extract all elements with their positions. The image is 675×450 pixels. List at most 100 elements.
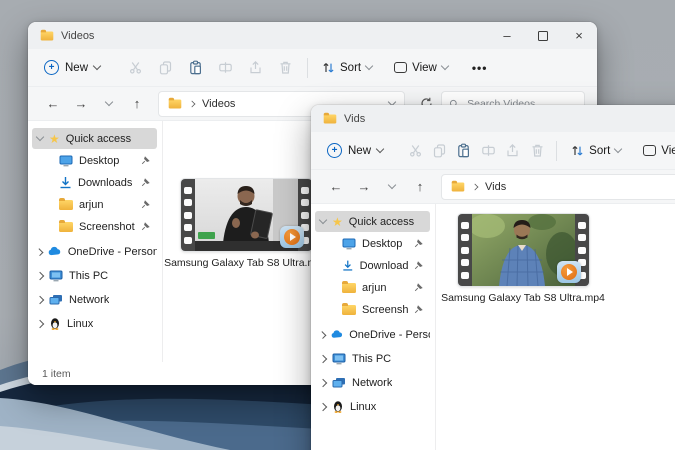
sidebar-item-linux[interactable]: Linux [315, 396, 430, 417]
file-name: Samsung Galaxy Tab S8 Ultra.mp4 [164, 257, 328, 269]
copy-button[interactable] [427, 143, 451, 158]
breadcrumb[interactable]: Vids [441, 173, 675, 200]
sidebar-item-network[interactable]: Network [315, 372, 430, 393]
sidebar-item-quick-access[interactable]: ★ Quick access [32, 128, 157, 149]
breadcrumb-folder[interactable]: Vids [485, 181, 506, 193]
play-icon [283, 229, 300, 245]
forward-button[interactable]: → [68, 97, 94, 110]
new-plus-icon: + [44, 60, 59, 75]
paste-button[interactable] [452, 143, 476, 158]
close-button[interactable]: × [561, 22, 597, 49]
file-item-video[interactable]: Samsung Galaxy Tab S8 Ultra.mp4 [441, 214, 605, 304]
network-icon [332, 377, 345, 387]
new-button[interactable]: + New [38, 60, 106, 75]
see-more-button[interactable]: ••• [465, 61, 495, 75]
delete-icon [532, 144, 543, 157]
sidebar-item-screenshots[interactable]: Screenshots [32, 216, 157, 237]
titlebar[interactable]: Vids [311, 105, 675, 132]
up-button[interactable]: ↑ [124, 97, 150, 110]
folder-icon [59, 219, 73, 232]
pin-icon [414, 261, 423, 270]
cut-icon [409, 145, 421, 157]
pin-icon [141, 200, 150, 209]
sidebar-item-desktop[interactable]: Desktop [315, 233, 430, 254]
network-icon [49, 294, 62, 304]
recent-locations-button[interactable] [379, 180, 405, 190]
share-button[interactable] [240, 60, 270, 75]
sidebar-item-linux[interactable]: Linux [32, 313, 157, 334]
download-icon [343, 260, 353, 271]
chevron-right-icon [471, 183, 479, 190]
sidebar-item-onedrive[interactable]: OneDrive - Personal [32, 241, 157, 262]
file-item-video[interactable]: Samsung Galaxy Tab S8 Ultra.mp4 [164, 179, 328, 269]
chevron-right-icon [318, 378, 328, 387]
sort-button[interactable]: Sort [315, 61, 379, 74]
pin-icon [414, 239, 423, 248]
cut-button[interactable] [120, 60, 150, 75]
sidebar-item-network[interactable]: Network [32, 289, 157, 310]
rename-button[interactable] [210, 60, 240, 75]
star-icon: ★ [49, 131, 60, 146]
folder-icon [323, 112, 337, 123]
view-button[interactable]: View [636, 145, 675, 157]
rename-button[interactable] [476, 143, 500, 158]
chevron-down-icon [35, 132, 45, 142]
sidebar-item-screenshots[interactable]: Screenshots [315, 299, 430, 320]
pin-icon [141, 222, 150, 231]
more-icon: ••• [471, 60, 488, 75]
sidebar-item-arjun[interactable]: arjun [32, 194, 157, 215]
minimize-button[interactable]: – [489, 22, 525, 49]
chevron-right-icon [35, 271, 45, 280]
cloud-icon [49, 246, 61, 256]
video-thumbnail [457, 214, 589, 286]
new-button[interactable]: + New [321, 143, 389, 158]
command-bar: + New S [311, 132, 675, 170]
rename-icon [482, 145, 495, 156]
folder-icon [168, 97, 182, 108]
address-bar: ← → ↑ Vids [311, 170, 675, 204]
sidebar-item-onedrive[interactable]: OneDrive - Personal [315, 324, 430, 345]
copy-button[interactable] [150, 60, 180, 75]
delete-icon [280, 61, 291, 74]
paste-icon [189, 60, 201, 75]
folder-icon [342, 280, 356, 293]
download-icon [60, 177, 71, 189]
sidebar-item-desktop[interactable]: Desktop [32, 150, 157, 171]
pc-icon [49, 270, 63, 281]
view-button[interactable]: View [387, 62, 455, 74]
pin-icon [141, 156, 150, 165]
chevron-right-icon [35, 319, 45, 328]
sidebar-item-quick-access[interactable]: ★ Quick access [315, 211, 430, 232]
navigation-pane: ★ Quick access Desktop Downloads arjun [311, 204, 436, 450]
new-plus-icon: + [327, 143, 342, 158]
recent-locations-button[interactable] [96, 97, 122, 107]
maximize-button[interactable] [525, 22, 561, 49]
paste-button[interactable] [180, 60, 210, 75]
sidebar-item-downloads[interactable]: Downloads [315, 255, 430, 276]
command-bar: + New S [28, 49, 597, 87]
sort-button[interactable]: Sort [564, 144, 628, 157]
up-button[interactable]: ↑ [407, 180, 433, 193]
share-button[interactable] [501, 143, 525, 158]
back-button[interactable]: ← [40, 97, 66, 110]
toolbar-divider [307, 57, 309, 78]
cut-button[interactable] [403, 143, 427, 158]
chevron-down-icon [318, 215, 328, 225]
window-title: Videos [61, 29, 95, 42]
play-overlay [279, 226, 304, 248]
sort-arrows-icon [572, 146, 583, 156]
forward-button[interactable]: → [351, 180, 377, 193]
sidebar-item-this-pc[interactable]: This PC [32, 265, 157, 286]
titlebar[interactable]: Videos – × [28, 22, 597, 49]
delete-button[interactable] [525, 143, 549, 158]
delete-button[interactable] [270, 60, 300, 75]
sidebar-item-this-pc[interactable]: This PC [315, 348, 430, 369]
breadcrumb-folder[interactable]: Videos [202, 98, 235, 110]
file-name: Samsung Galaxy Tab S8 Ultra.mp4 [441, 292, 605, 304]
back-button[interactable]: ← [323, 180, 349, 193]
folder-icon [342, 302, 356, 315]
sidebar-item-downloads[interactable]: Downloads [32, 172, 157, 193]
file-list: Samsung Galaxy Tab S8 Ultra.mp4 [436, 204, 675, 450]
sidebar-item-arjun[interactable]: arjun [315, 277, 430, 298]
play-overlay [556, 261, 581, 283]
